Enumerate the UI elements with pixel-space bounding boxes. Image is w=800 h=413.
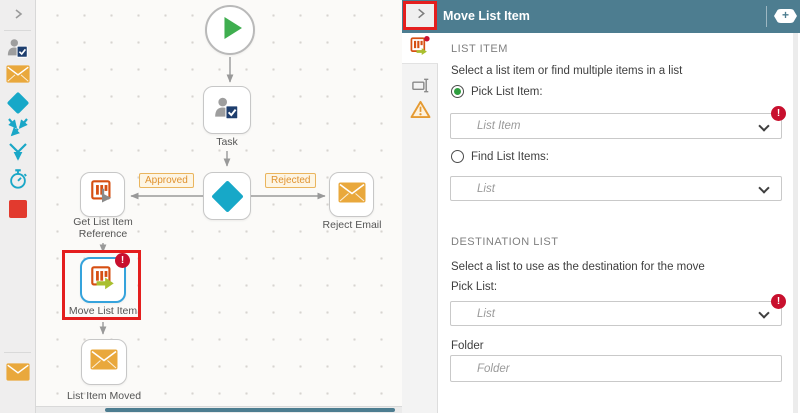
dropdown-destination-list[interactable]: List ! [450,294,786,326]
rename-icon [411,76,430,100]
radio-unselected-icon[interactable] [451,150,464,163]
dropdown-placeholder: List Item [477,120,521,132]
email-icon [90,349,118,375]
email-icon [338,182,366,208]
radio-selected-icon[interactable] [451,85,464,98]
user-task-icon [6,36,30,65]
panel-tab-strip [402,33,438,413]
email-icon [6,362,30,386]
sidebar-collapse-button[interactable] [0,4,36,28]
sidebar-divider [4,30,31,31]
edge-label-approved[interactable]: Approved [139,173,194,188]
canvas-horizontal-scrollbar[interactable] [36,406,402,413]
node-label-reject-email: Reject Email [322,219,382,231]
chevron-down-icon [758,120,770,132]
radio-find-list-items[interactable]: Find List Items: [451,150,549,163]
error-badge-icon: ! [115,253,130,268]
section-heading-destination: DESTINATION LIST [451,236,559,248]
canvas-horizontal-scrollbar-thumb[interactable] [105,408,395,412]
chevron-down-icon [758,307,770,319]
list-move-icon [88,263,118,298]
list-get-icon [88,177,118,212]
radio-label-pick-list-item: Pick List Item: [471,85,543,98]
error-badge-icon: ! [771,106,786,121]
header-divider [766,6,767,27]
sidebar-divider [4,352,31,353]
toolbox-item-stop[interactable] [0,197,36,221]
toolbox-item-user-task[interactable] [0,38,36,62]
panel-title: Move List Item [443,9,530,23]
node-label-move-list-item: Move List Item [68,305,138,317]
node-task[interactable] [203,86,251,134]
dropdown-list-item[interactable]: List Item ! [450,106,786,139]
edge-label-rejected[interactable]: Rejected [265,173,317,188]
tab-warnings[interactable] [402,100,438,124]
user-task-icon [213,94,241,127]
node-list-item-moved[interactable] [81,339,127,385]
decision-diamond-icon [210,179,244,213]
chevron-right-icon [414,7,427,25]
workflow-designer: Task Approved Rejected Get List Item Ref… [0,0,800,413]
node-reject-email[interactable] [329,172,374,217]
toolbox-item-email-bottom[interactable] [0,362,36,386]
node-label-get-list-item-reference: Get List Item Reference [73,216,133,240]
toolbox-item-merge[interactable] [0,117,36,141]
toolbox-item-email[interactable] [0,64,36,88]
node-decision[interactable] [203,172,251,220]
field-label-pick-list: Pick List: [451,281,498,293]
folder-input[interactable] [450,355,782,382]
toolbox-item-decision[interactable] [0,91,36,115]
toolbox-item-timer[interactable] [0,168,36,195]
dropdown-placeholder: List [477,307,495,320]
radio-pick-list-item[interactable]: Pick List Item: [451,85,543,98]
node-get-list-item-reference[interactable] [80,172,125,217]
move-list-item-icon [408,34,432,63]
chevron-down-icon [758,182,770,194]
timer-icon [7,168,29,195]
merge-arrows-icon [6,116,30,143]
error-badge-icon: ! [771,294,786,309]
dropdown-find-list[interactable]: List [450,176,782,201]
config-panel: Move List Item + LIST ITEM Select a list… [402,0,800,413]
config-panel-header: Move List Item + [402,0,800,33]
toolbox-item-converge[interactable] [0,142,36,169]
node-start[interactable] [205,5,255,55]
workflow-canvas[interactable]: Task Approved Rejected Get List Item Ref… [36,0,402,413]
toolbox-sidebar [0,0,36,413]
email-icon [6,64,30,88]
stop-square-icon [9,200,27,218]
field-label-folder: Folder [451,340,484,352]
node-label-list-item-moved: List Item Moved [66,390,142,402]
panel-vertical-scrollbar[interactable] [793,33,798,413]
dropdown-placeholder: List [477,182,495,195]
section-description-destination: Select a list to use as the destination … [451,261,705,273]
converge-arrows-icon [6,142,30,169]
play-icon [207,5,253,56]
radio-label-find-list-items: Find List Items: [471,150,549,163]
section-description-list-item: Select a list item or find multiple item… [451,65,683,77]
decision-diamond-icon [6,91,30,115]
tab-move-list-item[interactable] [402,33,438,64]
warning-icon [410,100,431,124]
add-button[interactable]: + [774,9,797,23]
tab-rename[interactable] [402,78,438,98]
node-label-task: Task [216,136,238,148]
section-heading-list-item: LIST ITEM [451,43,508,55]
node-move-list-item[interactable]: ! [80,253,130,303]
panel-collapse-button[interactable] [403,1,437,30]
chevron-right-icon [11,7,25,26]
panel-content: LIST ITEM Select a list item or find mul… [438,33,800,413]
